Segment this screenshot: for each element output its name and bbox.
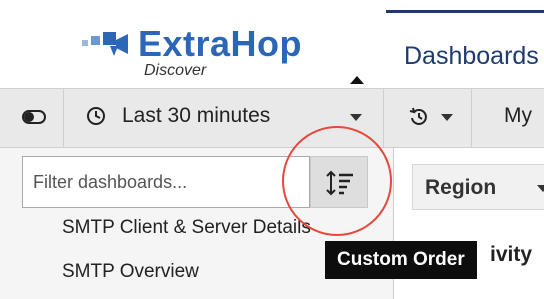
list-item[interactable]: SMTP Overview (62, 260, 362, 284)
filter-dashboards-input[interactable] (22, 156, 310, 208)
toggle-icon (22, 110, 46, 124)
time-range-label: Last 30 minutes (122, 104, 271, 127)
scroll-up-icon[interactable] (350, 76, 364, 84)
logo-wordmark: ExtraHop (138, 23, 303, 64)
history-icon (409, 107, 427, 125)
sort-icon (326, 170, 353, 196)
region-dropdown[interactable]: Region (412, 164, 544, 210)
panel-toggle-button[interactable] (0, 89, 64, 147)
app-header: ExtraHop Discover Dashboards (0, 0, 544, 88)
list-item[interactable]: SMTP Client & Server Details (62, 216, 354, 240)
custom-order-button[interactable] (310, 156, 368, 208)
history-button[interactable] (384, 89, 472, 147)
tab-dashboards-label: Dashboards (404, 42, 539, 70)
logo-product-name: Discover (144, 62, 207, 79)
my-menu-label: My (504, 104, 532, 127)
clock-icon (87, 107, 105, 125)
chevron-down-icon (441, 114, 453, 121)
chevron-down-icon (537, 185, 544, 192)
app-root: ExtraHop Discover Dashboards Last 30 min… (0, 0, 544, 299)
region-label: Region (425, 176, 497, 199)
time-selector-button[interactable]: Last 30 minutes (64, 89, 384, 147)
logo-mark-icon (82, 32, 128, 56)
chevron-down-icon (350, 114, 362, 121)
logo[interactable]: ExtraHop Discover (80, 24, 310, 82)
tab-dashboards[interactable]: Dashboards (386, 10, 544, 88)
custom-order-tooltip: Custom Order (325, 241, 477, 279)
toolbar: Last 30 minutes My (0, 88, 544, 148)
section-heading: ivity (490, 243, 533, 266)
my-menu-button[interactable]: My (472, 89, 544, 147)
